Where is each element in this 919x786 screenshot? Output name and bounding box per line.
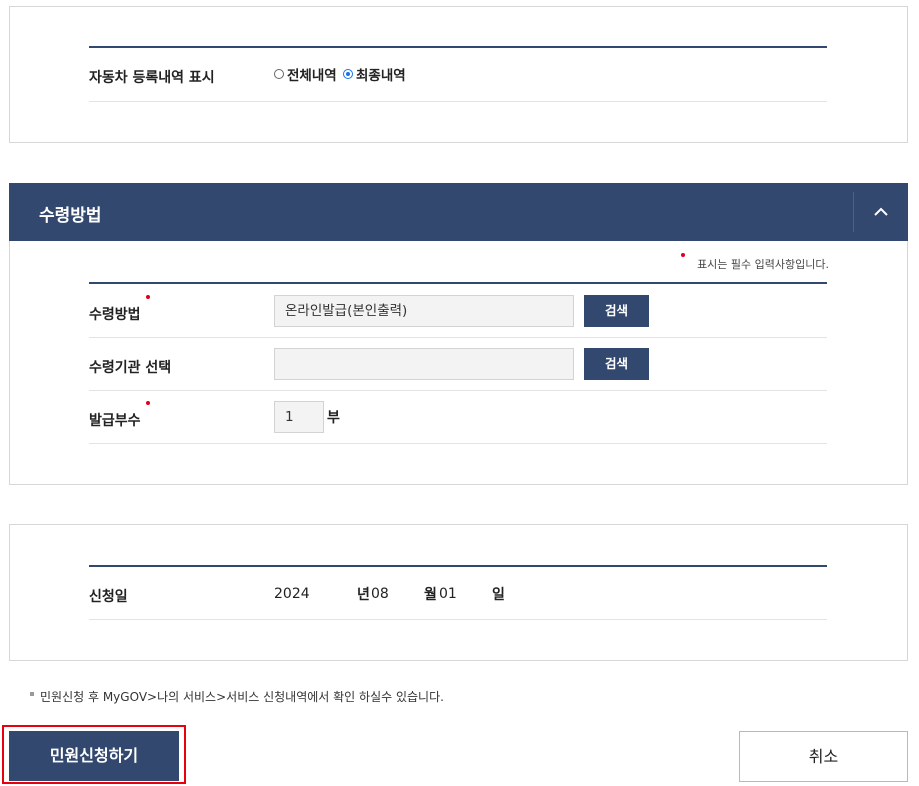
radio-icon[interactable] xyxy=(274,69,284,79)
section-title: 수령방법 xyxy=(39,206,102,226)
radio-final-label: 최종내역 xyxy=(356,68,406,84)
display-label: 자동차 등록내역 표시 xyxy=(89,70,215,86)
section-top-line xyxy=(89,565,827,567)
copies-label: 발급부수 xyxy=(89,413,141,429)
bullet-icon xyxy=(30,692,34,696)
receiving-agency-search-button[interactable]: 검색 xyxy=(584,348,649,380)
application-date-label: 신청일 xyxy=(89,589,128,605)
section-top-line xyxy=(89,282,827,284)
date-year-unit: 년 xyxy=(357,587,370,603)
required-mark-icon xyxy=(146,295,150,299)
row-divider xyxy=(89,337,827,338)
date-month: 08 xyxy=(371,586,389,602)
chevron-up-icon xyxy=(874,207,888,216)
receiving-agency-field[interactable] xyxy=(274,348,574,380)
cancel-button[interactable]: 취소 xyxy=(739,731,908,782)
copies-input[interactable]: 1 xyxy=(274,401,324,433)
receipt-method-search-button[interactable]: 검색 xyxy=(584,295,649,327)
receipt-section-header: 수령방법 xyxy=(9,183,908,241)
date-year: 2024 xyxy=(274,586,310,602)
row-divider xyxy=(89,101,827,102)
receipt-method-field[interactable]: 온라인발급(본인출력) xyxy=(274,295,574,327)
copies-unit: 부 xyxy=(327,410,340,426)
receiving-agency-label: 수령기관 선택 xyxy=(89,360,172,376)
row-divider xyxy=(89,390,827,391)
radio-final-history[interactable]: 최종내역 xyxy=(343,64,406,84)
required-note: 표시는 필수 입력사항입니다. xyxy=(697,258,829,271)
row-divider xyxy=(89,443,827,444)
radio-selected-icon[interactable] xyxy=(343,69,353,79)
radio-all-history[interactable]: 전체내역 xyxy=(274,64,337,84)
radio-all-label: 전체내역 xyxy=(287,68,337,84)
section-top-line xyxy=(89,46,827,48)
date-panel xyxy=(9,524,908,661)
notice-text: 민원신청 후 MyGOV>나의 서비스>서비스 신청내역에서 확인 하실수 있습… xyxy=(40,690,444,704)
row-divider xyxy=(89,619,827,620)
highlight-box xyxy=(2,725,186,784)
date-day-unit: 일 xyxy=(492,587,505,603)
required-mark-icon xyxy=(681,253,685,257)
date-month-unit: 월 xyxy=(424,587,437,603)
date-day: 01 xyxy=(439,586,457,602)
collapse-toggle-button[interactable] xyxy=(854,183,908,241)
required-mark-icon xyxy=(146,401,150,405)
receipt-method-label: 수령방법 xyxy=(89,307,141,323)
